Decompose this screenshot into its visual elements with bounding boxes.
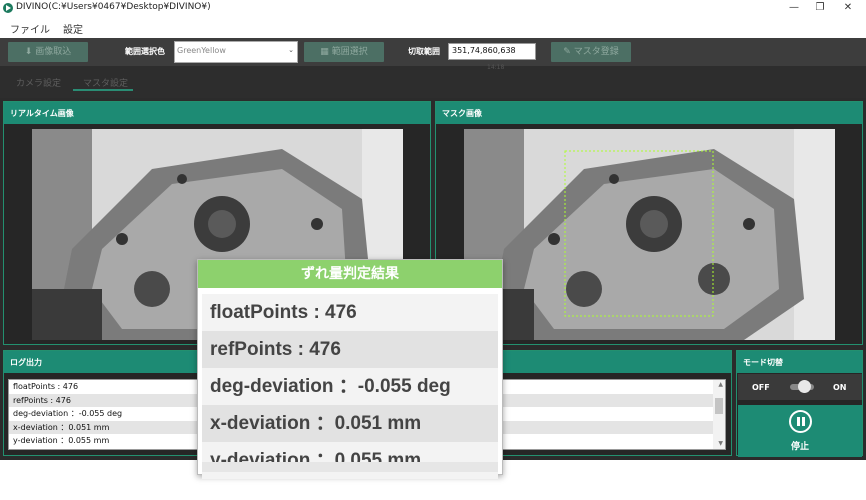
mode-panel-title: モード切替 [737,351,862,373]
chevron-down-icon: ⌄ [288,46,294,54]
stop-button[interactable]: 停止 [738,405,862,457]
tab-camera-settings[interactable]: カメラ設定 [16,76,61,89]
result-dialog-footer [202,462,498,472]
range-select-button[interactable]: ▦ 範囲選択 [304,42,384,62]
pause-icon [789,410,812,433]
capture-icon: ⬇ [24,47,33,57]
window-title: DIVINO(C:¥Users¥0467¥Desktop¥DIVINO¥) [16,2,211,12]
result-row: deg-deviation ：-0.055 deg [202,368,498,405]
active-tab-indicator [73,89,133,91]
log-scroll-thumb[interactable] [715,398,723,414]
mask-register-button[interactable]: ✎ マスタ登録 [551,42,631,62]
crop-range-caption: 14:18 [487,64,505,71]
stop-label: 停止 [790,442,809,452]
range-color-label: 範囲選択色 [125,47,165,56]
range-color-select[interactable]: GreenYellow ⌄ [174,41,298,63]
result-list: floatPoints : 476 refPoints : 476 deg-de… [202,294,498,479]
mode-off-label: OFF [752,383,770,392]
menu-settings[interactable]: 設定 [63,21,83,36]
capture-image-label: 画像取込 [35,47,72,57]
mask-engine-photo [464,129,835,340]
title-bar: DIVINO(C:¥Users¥0467¥Desktop¥DIVINO¥) — … [0,0,866,16]
range-select-icon: ▦ [320,47,329,57]
result-row: refPoints : 476 [202,331,498,368]
tab-mask-settings[interactable]: マスタ設定 [83,76,128,89]
pencil-icon: ✎ [563,47,571,57]
tab-bar: カメラ設定 マスタ設定 [0,66,866,98]
mask-camera-image [464,129,835,340]
close-button[interactable]: ✕ [830,0,866,16]
mode-on-label: ON [833,383,847,392]
mask-register-label: マスタ登録 [573,47,619,57]
result-row: floatPoints : 476 [202,294,498,331]
scroll-down-icon[interactable]: ▼ [718,440,723,447]
mode-toggle-knob[interactable] [798,380,811,393]
result-row: y-deviation ：0.055 mm [202,442,498,479]
capture-image-button[interactable]: ⬇ 画像取込 [8,42,88,62]
range-select-label: 範囲選択 [331,47,368,57]
log-scrollbar[interactable]: ▲ ▼ [713,380,725,449]
mask-panel-title: マスク画像 [436,102,862,124]
result-row: x-deviation ：0.051 mm [202,405,498,442]
toolbar: ⬇ 画像取込 範囲選択色 ▦ 範囲選択 切取範囲 ✎ マスタ登録 [0,38,866,66]
result-dialog: ずれ量判定結果 floatPoints : 476 refPoints : 47… [197,259,503,479]
menu-file[interactable]: ファイル [10,21,50,36]
crop-range-input[interactable]: 351,74,860,638 [448,43,536,60]
result-dialog-title: ずれ量判定結果 [198,260,502,288]
realtime-panel-title: リアルタイム画像 [4,102,430,124]
range-color-value: GreenYellow [177,46,226,55]
app-logo-icon [3,3,13,13]
menu-bar: ファイル 設定 [0,16,866,38]
scroll-up-icon[interactable]: ▲ [718,381,723,388]
crop-range-label: 切取範囲 [408,47,440,56]
